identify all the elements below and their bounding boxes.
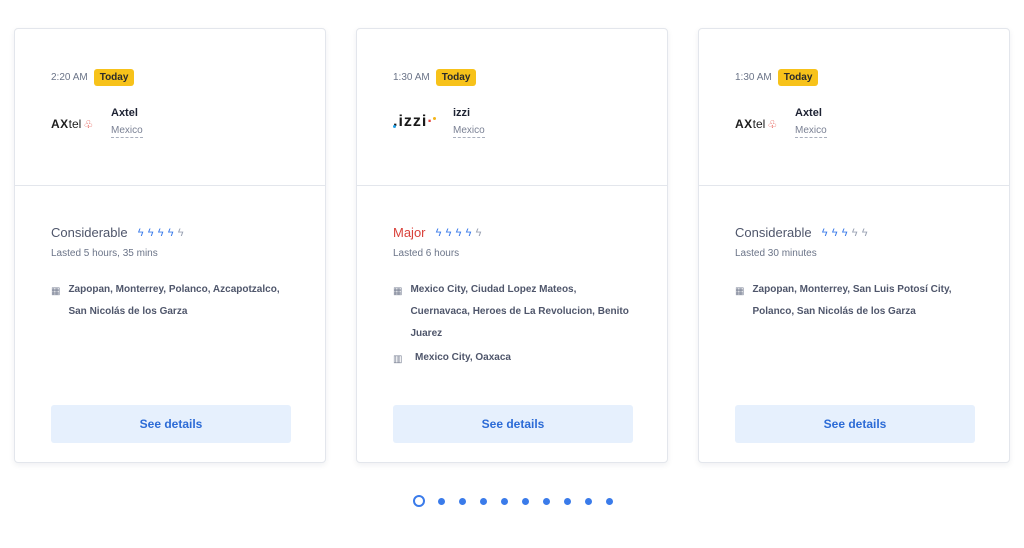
severity-row: Major ϟ ϟ ϟ ϟ ϟ <box>393 225 484 240</box>
severity-row: Considerable ϟ ϟ ϟ ϟ ϟ <box>51 225 186 240</box>
card-header: 1:30 AM Today AXtel ♧ Axtel Mexico <box>699 29 1009 186</box>
building-icon: ▦ <box>735 286 745 297</box>
bolt-icon: ϟ <box>861 226 868 239</box>
bolt-icon: ϟ <box>851 226 858 239</box>
pagination-dot[interactable] <box>438 497 445 505</box>
outage-time: 2:20 AM <box>51 72 88 83</box>
axtel-logo: AXtel ♧ <box>51 117 94 131</box>
see-details-button[interactable]: See details <box>51 405 291 443</box>
severity-label: Considerable <box>735 225 812 240</box>
bolt-icon: ϟ <box>831 226 838 239</box>
today-badge: Today <box>435 69 477 86</box>
provider-info: AXtel ♧ Axtel Mexico <box>51 107 143 149</box>
today-badge: Today <box>777 69 819 86</box>
pagination-dot[interactable] <box>501 497 508 505</box>
provider-name: Axtel <box>111 107 138 119</box>
bolt-icon: ϟ <box>177 226 184 239</box>
see-details-button[interactable]: See details <box>393 405 633 443</box>
severity-meter: ϟ ϟ ϟ ϟ ϟ <box>136 227 186 239</box>
bolt-icon: ϟ <box>455 226 462 239</box>
affected-cities: ▦ Mexico City, Ciudad Lopez Mateos, Cuer… <box>393 284 633 345</box>
bolt-icon: ϟ <box>137 226 144 239</box>
bolt-icon: ϟ <box>841 226 848 239</box>
provider-name: izzi <box>453 107 471 119</box>
pagination-dot[interactable] <box>564 497 571 505</box>
bolt-icon: ϟ <box>445 226 452 239</box>
outage-card: 1:30 AM Today .izzi· izzi Mexico Major ϟ… <box>356 28 668 463</box>
outage-card: 1:30 AM Today AXtel ♧ Axtel Mexico Consid… <box>698 28 1010 463</box>
bolt-icon: ϟ <box>475 226 482 239</box>
pagination-dot-active[interactable] <box>413 495 425 507</box>
bolt-icon: ϟ <box>465 226 472 239</box>
pagination-dot[interactable] <box>543 497 550 505</box>
time-row: 1:30 AM Today <box>735 69 819 86</box>
card-header: 1:30 AM Today .izzi· izzi Mexico <box>357 29 667 186</box>
severity-meter: ϟ ϟ ϟ ϟ ϟ <box>434 227 484 239</box>
provider-country[interactable]: Mexico <box>111 125 143 138</box>
pagination-dot[interactable] <box>585 497 592 505</box>
affected-regions: ▥ Mexico City, Oaxaca <box>393 352 633 369</box>
bolt-icon: ϟ <box>147 226 154 239</box>
provider-country[interactable]: Mexico <box>795 125 827 138</box>
see-details-button[interactable]: See details <box>735 405 975 443</box>
provider-info: .izzi· izzi Mexico <box>393 107 485 145</box>
bolt-icon: ϟ <box>435 226 442 239</box>
today-badge: Today <box>93 69 135 86</box>
affected-cities: ▦ Zapopan, Monterrey, Polanco, Azcapotza… <box>51 284 291 323</box>
building-icon: ▦ <box>393 286 403 297</box>
cities-list: Zapopan, Monterrey, San Luis Potosí City… <box>752 284 952 317</box>
pagination-dot[interactable] <box>606 497 613 505</box>
building-icon: ▦ <box>51 286 61 297</box>
severity-label: Considerable <box>51 225 128 240</box>
severity-meter: ϟ ϟ ϟ ϟ ϟ <box>820 227 870 239</box>
provider-info: AXtel ♧ Axtel Mexico <box>735 107 827 149</box>
card-header: 2:20 AM Today AXtel ♧ Axtel Mexico <box>15 29 325 186</box>
duration: Lasted 30 minutes <box>735 248 817 259</box>
time-row: 2:20 AM Today <box>51 69 135 86</box>
cities-list: Mexico City, Ciudad Lopez Mateos, Cuerna… <box>410 284 629 339</box>
provider-name: Axtel <box>795 107 822 119</box>
time-row: 1:30 AM Today <box>393 69 477 86</box>
regions-list: Mexico City, Oaxaca <box>415 352 511 363</box>
pagination-dot[interactable] <box>480 497 487 505</box>
pagination-dot[interactable] <box>522 497 529 505</box>
pagination-dot[interactable] <box>459 497 466 505</box>
carousel-pagination <box>413 495 627 507</box>
outage-card: 2:20 AM Today AXtel ♧ Axtel Mexico Consid… <box>14 28 326 463</box>
affected-cities: ▦ Zapopan, Monterrey, San Luis Potosí Ci… <box>735 284 975 323</box>
severity-label: Major <box>393 225 426 240</box>
bolt-icon: ϟ <box>821 226 828 239</box>
duration: Lasted 6 hours <box>393 248 460 259</box>
provider-country[interactable]: Mexico <box>453 125 485 138</box>
map-icon: ▥ <box>393 354 403 365</box>
outage-time: 1:30 AM <box>735 72 772 83</box>
cities-list: Zapopan, Monterrey, Polanco, Azcapotzalc… <box>68 284 280 317</box>
severity-row: Considerable ϟ ϟ ϟ ϟ ϟ <box>735 225 870 240</box>
bolt-icon: ϟ <box>157 226 164 239</box>
bolt-icon: ϟ <box>167 226 174 239</box>
izzi-logo: .izzi· <box>393 113 447 145</box>
duration: Lasted 5 hours, 35 mins <box>51 248 158 259</box>
axtel-logo: AXtel ♧ <box>735 117 778 131</box>
outage-time: 1:30 AM <box>393 72 430 83</box>
